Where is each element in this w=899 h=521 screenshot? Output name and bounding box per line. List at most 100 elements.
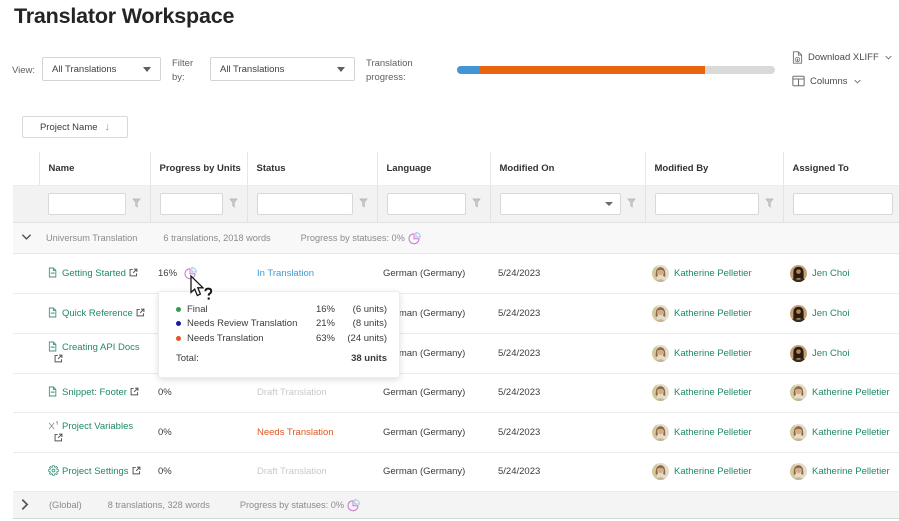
external-link-icon[interactable] <box>129 268 138 277</box>
assigned-to-cell: Katherine Pelletier <box>783 412 899 453</box>
document-link[interactable]: Getting Started <box>62 268 126 279</box>
external-link-icon[interactable] <box>132 466 141 475</box>
document-link[interactable]: Project Settings <box>62 466 129 477</box>
assigned-to-link[interactable]: Jen Choi <box>812 308 850 319</box>
assigned-to-link[interactable]: Jen Choi <box>812 268 850 279</box>
column-header-modified-by[interactable]: Modified By <box>645 152 784 186</box>
filter-funnel-icon[interactable] <box>765 198 774 208</box>
columns-button[interactable]: Columns <box>792 75 861 87</box>
assigned-to-link[interactable]: Katherine Pelletier <box>812 427 890 438</box>
group-row-global: (Global) 8 translations, 328 words Progr… <box>13 491 899 519</box>
progress-inner: 0% <box>158 387 247 398</box>
modified-by-link[interactable]: Katherine Pelletier <box>674 308 752 319</box>
row-creating-api-docs[interactable]: Creating API Docs German (Germany) 5/24/… <box>13 333 899 374</box>
language-value: German (Germany) <box>377 253 490 294</box>
assigned-to-cell: Jen Choi <box>783 333 899 374</box>
filter-by-select[interactable]: All Translations <box>210 57 355 81</box>
modified-by-cell: Katherine Pelletier <box>645 452 783 492</box>
tooltip-total-row: Total: 38 units <box>176 352 387 364</box>
modified-by-link[interactable]: Katherine Pelletier <box>674 427 752 438</box>
row-snippet-footer[interactable]: Snippet: Footer 0% Draft Translation Ger… <box>13 373 899 413</box>
pie-chart-icon[interactable] <box>408 231 422 245</box>
document-link[interactable]: Snippet: Footer <box>62 387 127 398</box>
group-row-content: (Global) 8 translations, 328 words Progr… <box>13 498 899 512</box>
row-expander-cell <box>13 293 39 334</box>
assigned-to-link[interactable]: Jen Choi <box>812 348 850 359</box>
external-link-icon[interactable] <box>130 387 139 396</box>
modified-by-link[interactable]: Katherine Pelletier <box>674 387 752 398</box>
modified-by-link[interactable]: Katherine Pelletier <box>674 268 752 279</box>
assigned-to-link[interactable]: Katherine Pelletier <box>812 387 890 398</box>
assigned-to-cell: Katherine Pelletier <box>783 373 899 413</box>
language-filter-input[interactable] <box>386 192 466 215</box>
translation-progress-bar <box>457 66 775 74</box>
group-summary: 6 translations, 2018 words <box>163 232 271 243</box>
row-expander-cell <box>13 253 39 294</box>
status-filter-input[interactable] <box>256 192 353 215</box>
document-link[interactable]: Project Variables <box>62 421 133 432</box>
row-expander-cell <box>13 452 39 492</box>
modified-on-filter-select[interactable] <box>499 192 621 215</box>
filter-funnel-icon[interactable] <box>472 198 481 208</box>
modified-by-filter-input[interactable] <box>654 192 759 215</box>
column-header-assigned-to[interactable]: Assigned To <box>783 152 899 186</box>
expand-group-chevron-icon[interactable] <box>20 498 30 511</box>
pie-chart-icon[interactable] <box>347 498 361 512</box>
document-link[interactable]: Creating API Docs <box>62 342 140 353</box>
avatar <box>790 463 807 480</box>
person: Jen Choi <box>790 265 899 282</box>
view-select-value: All Translations <box>52 63 117 75</box>
external-link-icon[interactable] <box>54 433 63 442</box>
group-by-project-name-chip[interactable]: Project Name ↓ <box>22 116 128 138</box>
document-name: Creating API Docs <box>51 341 145 366</box>
name-filter-input[interactable] <box>48 192 126 215</box>
person: Jen Choi <box>790 345 899 362</box>
external-link-icon[interactable] <box>136 308 145 317</box>
progress-filter-input[interactable] <box>159 192 223 215</box>
document-name: Quick Reference <box>51 307 145 320</box>
status-value: Needs Translation <box>247 412 377 453</box>
filter-funnel-icon[interactable] <box>229 198 238 208</box>
document-icon <box>48 307 57 318</box>
filter-funnel-icon[interactable] <box>627 198 636 208</box>
progress-value: 0% <box>158 387 172 398</box>
download-xliff-button[interactable]: Download XLIFF <box>792 51 892 64</box>
column-header-modified-on[interactable]: Modified On <box>490 152 646 186</box>
column-header-progress[interactable]: Progress by Units <box>150 152 248 186</box>
column-header-language[interactable]: Language <box>377 152 491 186</box>
row-project-variables[interactable]: Project Variables 0% Needs Translation G… <box>13 412 899 453</box>
progress-inner: 0% <box>158 427 247 438</box>
avatar <box>652 265 669 282</box>
row-project-settings[interactable]: Project Settings 0% Draft Translation Ge… <box>13 452 899 492</box>
collapse-group-chevron-icon[interactable] <box>21 233 32 241</box>
filter-cell-name <box>39 185 151 223</box>
row-getting-started[interactable]: Getting Started 16% In Translation Germa… <box>13 253 899 294</box>
filter-by-label: Filter by: <box>172 58 194 83</box>
name-cell: Snippet: Footer <box>39 373 150 413</box>
view-select[interactable]: All Translations <box>42 57 161 81</box>
filter-funnel-icon[interactable] <box>132 198 141 208</box>
modified-on-value: 5/24/2023 <box>490 412 645 453</box>
document-link[interactable]: Quick Reference <box>62 308 133 319</box>
external-link-icon[interactable] <box>54 354 63 363</box>
row-quick-reference[interactable]: Quick Reference German (Germany) 5/24/20… <box>13 293 899 334</box>
language-value: German (Germany) <box>377 373 490 413</box>
person: Katherine Pelletier <box>652 463 783 480</box>
assigned-to-filter-input[interactable] <box>792 192 893 215</box>
chevron-down-icon <box>143 66 151 72</box>
assigned-to-link[interactable]: Katherine Pelletier <box>812 466 890 477</box>
column-header-status[interactable]: Status <box>247 152 378 186</box>
filter-funnel-icon[interactable] <box>359 198 368 208</box>
modified-by-link[interactable]: Katherine Pelletier <box>674 466 752 477</box>
document-icon <box>48 267 57 278</box>
progress-cell: 0% <box>150 373 247 413</box>
row-expander-cell <box>13 333 39 374</box>
progress-value: 0% <box>158 466 172 477</box>
progress-cell: 0% <box>150 452 247 492</box>
download-file-icon <box>792 51 803 64</box>
person: Katherine Pelletier <box>790 463 899 480</box>
modified-by-link[interactable]: Katherine Pelletier <box>674 348 752 359</box>
question-mark-glyph <box>203 286 214 301</box>
column-header-name[interactable]: Name <box>39 152 151 186</box>
progress-breakdown-tooltip: Final 16% (6 units) Needs Review Transla… <box>158 291 400 378</box>
